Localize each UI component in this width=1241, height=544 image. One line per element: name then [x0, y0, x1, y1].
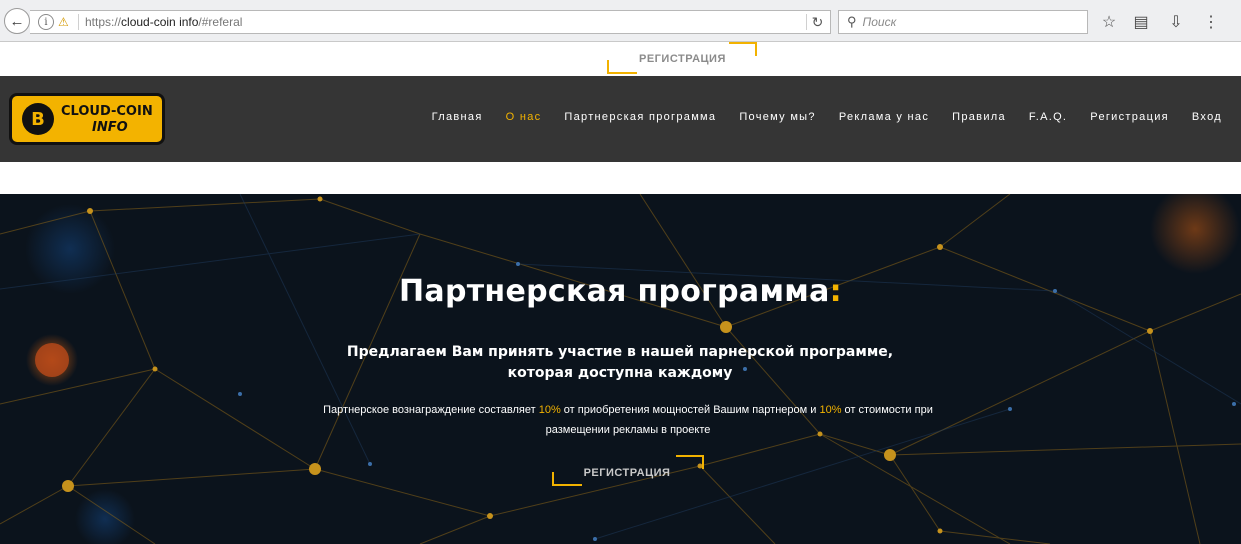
- site-logo[interactable]: B CLOUD-COIN INFO: [9, 93, 165, 145]
- nav-item-rules[interactable]: Правила: [952, 111, 1006, 123]
- url-scheme: https://: [85, 15, 122, 29]
- search-icon: ⚲: [847, 14, 857, 29]
- url-text[interactable]: https://cloud-coin info/#referal: [85, 15, 242, 29]
- white-gap: [0, 162, 1241, 194]
- hero-title: Партнерская программа:: [0, 274, 1241, 309]
- nav-item-why-us[interactable]: Почему мы?: [739, 111, 815, 123]
- main-nav: Главная О нас Партнерская программа Поче…: [409, 111, 1222, 123]
- hero-register-wrap: РЕГИСТРАЦИЯ: [0, 463, 1241, 481]
- top-registration-strip: РЕГИСТРАЦИЯ: [0, 42, 1241, 76]
- nav-item-faq[interactable]: F.A.Q.: [1029, 111, 1067, 123]
- hero-title-colon: :: [829, 274, 842, 309]
- url-path: /#referal: [198, 15, 243, 29]
- top-register-link[interactable]: РЕГИСТРАЦИЯ: [639, 53, 726, 65]
- nav-item-home[interactable]: Главная: [432, 111, 483, 123]
- bookmark-star-icon[interactable]: ☆: [1098, 11, 1120, 33]
- search-input[interactable]: ⚲ Поиск: [838, 10, 1088, 34]
- desc-text-2: от приобретения мощностей Вашим партнеро…: [560, 404, 820, 416]
- search-placeholder: Поиск: [862, 15, 897, 29]
- frame-corner-bottom-left: [607, 60, 637, 74]
- desc-percent-1: 10%: [538, 404, 561, 416]
- hero-subtitle: Предлагаем Вам принять участие в нашей п…: [346, 344, 894, 381]
- frame-corner-top-right: [729, 42, 757, 56]
- site-header: B CLOUD-COIN INFO Главная О нас Партнерс…: [0, 76, 1241, 162]
- nav-item-advertising[interactable]: Реклама у нас: [839, 111, 929, 123]
- browser-toolbar: ← i ⚠ https://cloud-coin info/#referal ↻…: [0, 0, 1241, 42]
- back-button[interactable]: ←: [4, 8, 30, 34]
- nav-item-about[interactable]: О нас: [506, 111, 542, 123]
- url-host: cloud-coin info: [121, 15, 199, 29]
- logo-text-line2: INFO: [92, 120, 128, 135]
- nav-item-partner-program[interactable]: Партнерская программа: [564, 111, 716, 123]
- logo-text-line1: CLOUD-COIN: [61, 104, 153, 119]
- reload-icon[interactable]: ↻: [806, 14, 824, 30]
- nav-item-login[interactable]: Вход: [1192, 111, 1222, 123]
- reading-list-icon[interactable]: ▤: [1130, 11, 1152, 33]
- address-separator: [78, 14, 79, 30]
- hero-title-text: Партнерская программа: [399, 274, 830, 309]
- address-bar[interactable]: i ⚠ https://cloud-coin info/#referal ↻: [30, 10, 831, 34]
- desc-text-1: Партнерское вознаграждение составляет: [323, 404, 539, 416]
- hero-register-button[interactable]: РЕГИСТРАЦИЯ: [584, 467, 671, 479]
- menu-icon[interactable]: ⋮: [1200, 11, 1222, 33]
- lock-warning-icon[interactable]: ⚠: [58, 15, 74, 29]
- download-icon[interactable]: ⇩: [1165, 11, 1187, 33]
- back-arrow-icon: ←: [9, 12, 25, 30]
- bitcoin-icon: B: [22, 103, 54, 135]
- hero-section: Партнерская программа: Предлагаем Вам пр…: [0, 194, 1241, 544]
- info-icon[interactable]: i: [38, 14, 54, 30]
- hero-description: Партнерское вознаграждение составляет 10…: [300, 400, 956, 440]
- desc-percent-2: 10%: [819, 404, 842, 416]
- nav-item-registration[interactable]: Регистрация: [1090, 111, 1169, 123]
